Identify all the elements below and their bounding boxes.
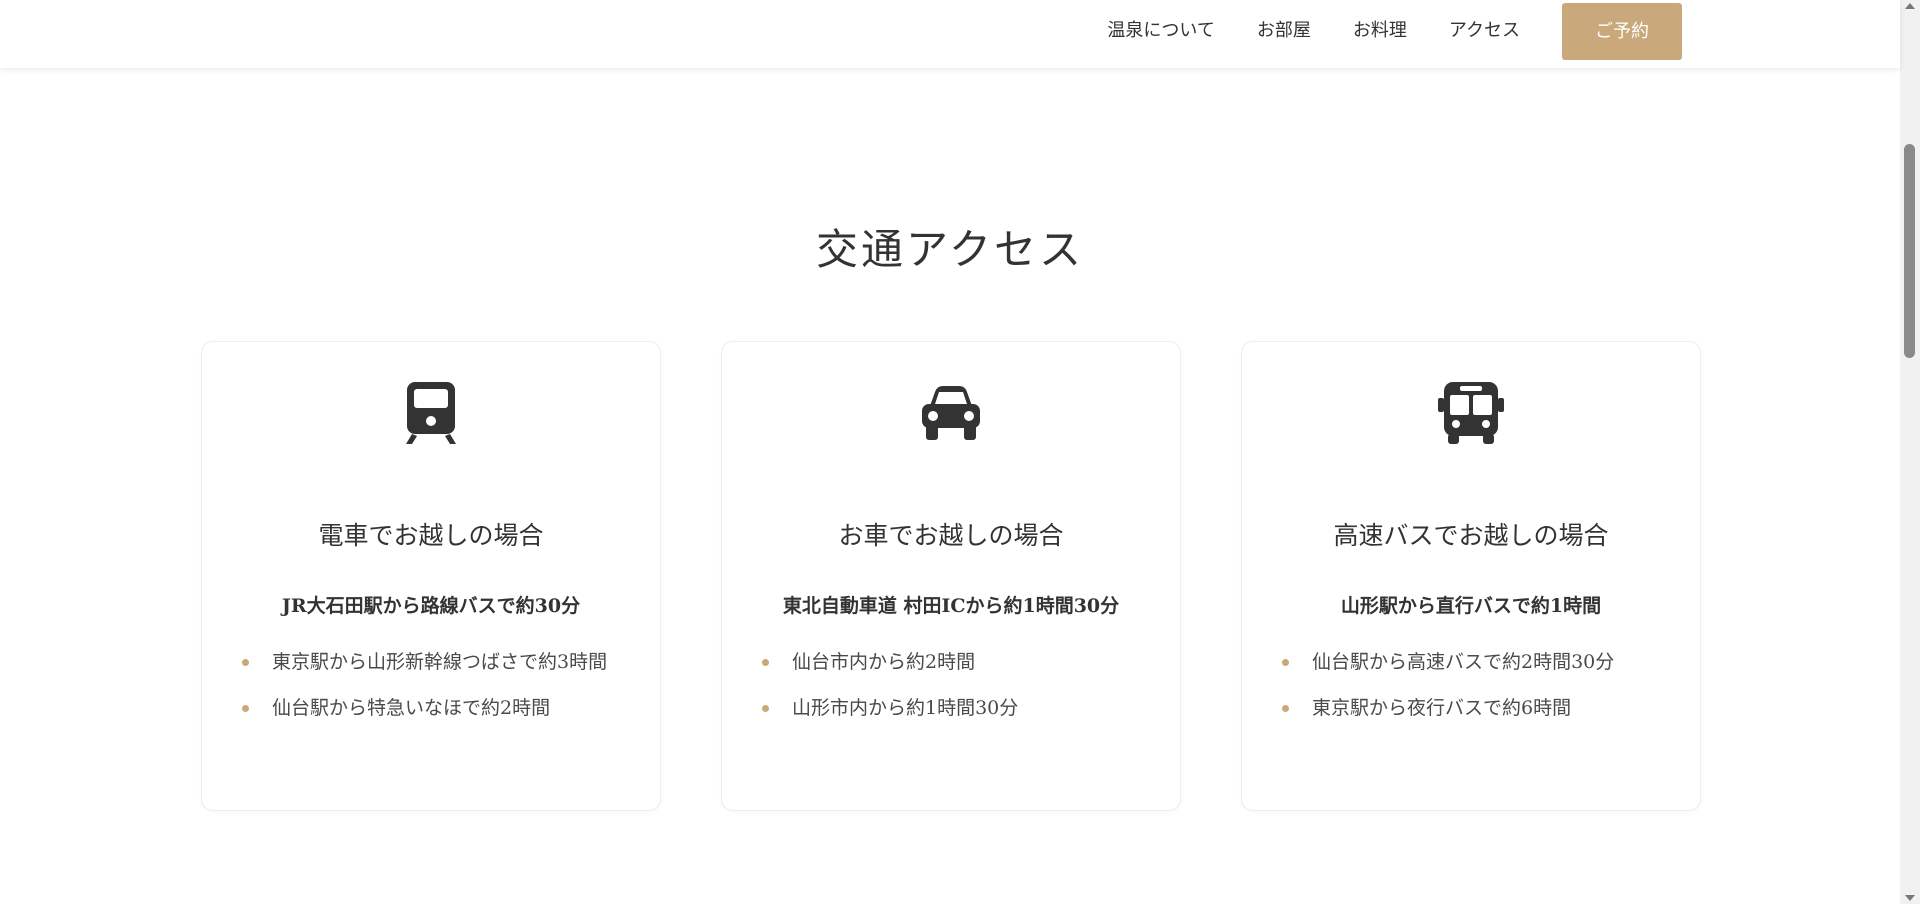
card-subtitle: 東北自動車道 村田ICから約1時間30分 <box>782 595 1120 617</box>
card-title: 高速バスでお越しの場合 <box>1333 521 1609 550</box>
list-item: 仙台市内から約2時間 <box>762 644 1140 680</box>
bullet-icon <box>242 659 249 666</box>
card-list: 東京駅から山形新幹線つばさで約3時間 仙台駅から特急いなほで約2時間 <box>242 644 620 736</box>
list-item: 東京駅から夜行バスで約6時間 <box>1282 690 1660 726</box>
bus-icon <box>1438 380 1504 446</box>
section-title: 交通アクセス <box>816 225 1084 274</box>
car-icon <box>918 380 984 446</box>
reserve-button[interactable]: ご予約 <box>1562 2 1682 60</box>
access-card-bus: 高速バスでお越しの場合 山形駅から直行バスで約1時間 仙台駅から高速バスで約2時… <box>1241 341 1701 811</box>
card-subtitle: JR大石田駅から路線バスで約30分 <box>281 595 581 617</box>
card-subtitle: 山形駅から直行バスで約1時間 <box>1340 595 1602 617</box>
bullet-icon <box>762 659 769 666</box>
scrollbar-thumb[interactable] <box>1904 144 1915 358</box>
list-item: 東京駅から山形新幹線つばさで約3時間 <box>242 644 620 680</box>
scroll-down-arrow-icon[interactable] <box>1905 895 1915 901</box>
list-item: 仙台駅から特急いなほで約2時間 <box>242 690 620 726</box>
nav-link-onsen[interactable]: 温泉について <box>1107 2 1214 60</box>
card-title: 電車でお越しの場合 <box>318 521 544 550</box>
card-list: 仙台駅から高速バスで約2時間30分 東京駅から夜行バスで約6時間 <box>1282 644 1660 736</box>
list-item: 仙台駅から高速バスで約2時間30分 <box>1282 644 1660 680</box>
site-header: 温泉について お部屋 お料理 アクセス ご予約 <box>0 0 1900 68</box>
card-list: 仙台市内から約2時間 山形市内から約1時間30分 <box>762 644 1140 736</box>
page-scrollbar[interactable] <box>1900 0 1920 904</box>
bullet-icon <box>1282 659 1289 666</box>
access-card-car: お車でお越しの場合 東北自動車道 村田ICから約1時間30分 仙台市内から約2時… <box>721 341 1181 811</box>
scroll-up-arrow-icon[interactable] <box>1905 3 1915 9</box>
access-card-train: 電車でお越しの場合 JR大石田駅から路線バスで約30分 東京駅から山形新幹線つば… <box>201 341 661 811</box>
card-title: お車でお越しの場合 <box>838 521 1064 550</box>
nav-link-access[interactable]: アクセス <box>1449 2 1520 60</box>
bullet-icon <box>1282 705 1289 712</box>
bullet-icon <box>242 705 249 712</box>
train-icon <box>398 380 464 446</box>
bullet-icon <box>762 705 769 712</box>
nav-link-rooms[interactable]: お部屋 <box>1257 2 1311 60</box>
nav-link-cuisine[interactable]: お料理 <box>1353 2 1407 60</box>
main-nav: 温泉について お部屋 お料理 アクセス ご予約 <box>1107 2 1682 60</box>
list-item: 山形市内から約1時間30分 <box>762 690 1140 726</box>
